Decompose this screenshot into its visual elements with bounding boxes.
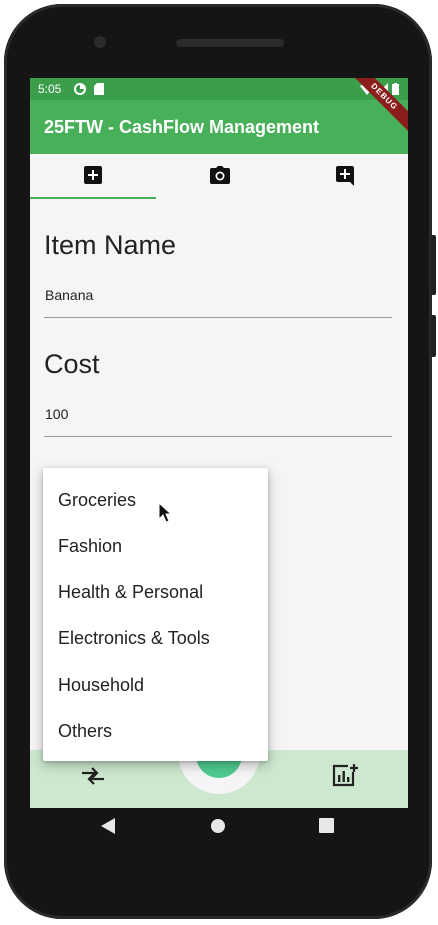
tab-camera[interactable] [156,154,282,200]
tab-add-item[interactable] [30,154,156,200]
front-camera [94,36,106,48]
category-dropdown-menu: Groceries Fashion Health & Personal Elec… [43,468,268,761]
home-icon[interactable] [210,818,226,834]
menu-item-health-personal[interactable]: Health & Personal [43,569,268,615]
cost-underline [44,436,392,437]
status-time: 5:05 [38,82,62,96]
back-icon[interactable] [101,818,115,834]
power-button [431,235,436,295]
earpiece-speaker [176,39,284,47]
app-bar: 25FTW - CashFlow Management [30,100,408,154]
data-saver-icon [74,83,86,98]
tab-bar [30,154,408,200]
camera-icon [210,166,230,184]
item-name-label: Item Name [44,230,177,260]
menu-item-fashion[interactable]: Fashion [43,523,268,569]
add-box-icon [84,166,102,184]
item-name-input[interactable]: Banana [45,287,93,303]
volume-button [431,315,436,357]
status-bar: 5:05 [30,78,408,100]
cost-label: Cost [44,349,100,379]
menu-item-groceries[interactable]: Groceries [43,477,268,523]
add-comment-icon [336,166,354,186]
app-screen: 5:05 25FTW - CashFlow Management DEBUG I… [30,78,408,808]
tab-add-comment[interactable] [282,154,408,200]
overview-icon[interactable] [319,818,334,833]
menu-item-household[interactable]: Household [43,662,268,708]
menu-item-others[interactable]: Others [43,708,268,754]
app-title: 25FTW - CashFlow Management [44,117,320,137]
cost-input[interactable]: 100 [45,406,68,422]
item-name-underline [44,317,392,318]
sd-card-icon [94,83,104,98]
add-chart-icon[interactable] [332,763,358,792]
compare-arrows-icon[interactable] [80,765,106,792]
menu-item-electronics-tools[interactable]: Electronics & Tools [43,615,268,661]
mouse-cursor-icon [158,502,172,523]
tab-indicator [30,197,156,199]
